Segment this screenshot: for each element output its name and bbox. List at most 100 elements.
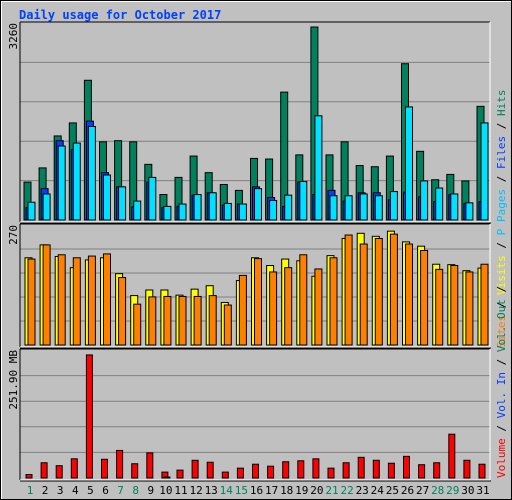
bar-pages [208, 192, 217, 221]
day-label: 13 [205, 484, 218, 497]
bar-sites [133, 303, 142, 346]
day-label: 14 [220, 484, 234, 497]
bar-sites [435, 268, 444, 346]
day-label: 2 [42, 484, 49, 497]
bar-volume [478, 463, 486, 479]
bar-sites [72, 257, 81, 346]
bar-pages [435, 187, 444, 221]
bar-volume [297, 460, 305, 479]
legend-pages-files-hits: Pages / Files / Hits [495, 90, 508, 223]
bar-sites [465, 271, 474, 346]
bar-pages [193, 194, 202, 221]
bar-vol-in [163, 476, 171, 479]
bar-sites [359, 243, 368, 346]
day-label: 12 [189, 484, 202, 497]
day-label: 3 [57, 484, 64, 497]
bar-volume [116, 449, 124, 479]
bar-sites [480, 263, 489, 346]
day-label: 23 [356, 484, 369, 497]
day-label: 15 [235, 484, 248, 497]
bar-sites [420, 249, 429, 346]
bar-pages [389, 191, 398, 221]
bar-sites [238, 274, 247, 346]
day-label: 6 [102, 484, 109, 497]
bar-sites [374, 237, 383, 346]
bar-volume [342, 462, 350, 479]
bar-pages [27, 201, 36, 221]
bar-volume [433, 462, 441, 479]
bar-volume [312, 458, 320, 479]
y-axis-max-label: 270 [7, 225, 20, 245]
day-label: 16 [250, 484, 263, 497]
bar-pages [314, 115, 323, 221]
bar-pages [344, 195, 353, 221]
bar-pages [405, 106, 413, 221]
day-label: 25 [386, 484, 399, 497]
bar-pages [163, 205, 172, 221]
day-label: 22 [340, 484, 353, 497]
bar-pages [465, 202, 474, 221]
bar-sites [178, 295, 187, 346]
bar-sites [57, 254, 66, 346]
bar-pages [480, 122, 489, 221]
bar-sites [269, 271, 278, 346]
day-label: 30 [461, 484, 474, 497]
bar-pages [299, 181, 308, 221]
bar-volume [327, 467, 335, 479]
bar-sites [163, 295, 172, 346]
bar-sites [223, 304, 232, 346]
day-label: 24 [371, 484, 385, 497]
day-label: 31 [476, 484, 489, 497]
bar-sites [254, 258, 262, 346]
bar-pages [133, 200, 142, 221]
day-label: 9 [147, 484, 154, 497]
bar-sites [314, 268, 323, 346]
day-label: 4 [72, 484, 79, 497]
bar-sites [208, 295, 217, 346]
day-label: 21 [325, 484, 338, 497]
bar-volume [267, 465, 275, 479]
bar-pages [72, 142, 81, 221]
bar-pages [254, 188, 262, 221]
legend-volume: Volume / Vol. In / Vol. Out / [495, 286, 508, 478]
bar-sites [299, 254, 308, 346]
bar-volume [191, 459, 199, 479]
day-label: 18 [280, 484, 293, 497]
day-label: 5 [87, 484, 94, 497]
day-label: 11 [174, 484, 187, 497]
bar-volume [25, 474, 33, 479]
bar-volume [448, 433, 456, 479]
bar-sites [193, 295, 202, 346]
bar-volume [70, 458, 78, 479]
bar-pages [103, 174, 111, 221]
bar-volume [387, 462, 395, 479]
bar-pages [420, 180, 429, 221]
bar-sites [344, 234, 353, 346]
bar-pages [284, 194, 293, 221]
bar-sites [405, 243, 413, 346]
usage-chart-svg: 3260270251.90 MB1 2 3 4 5 6 7 8 9 10 11 12 13 14 15 16 1… [7, 21, 508, 497]
day-label: 8 [132, 484, 139, 497]
bar-pages [148, 176, 157, 221]
bar-pages [374, 195, 383, 221]
bar-volume [131, 463, 139, 479]
bar-sites [27, 258, 36, 346]
bar-pages [57, 145, 66, 221]
day-label: 17 [265, 484, 278, 497]
bar-pages [87, 125, 96, 221]
bar-volume [101, 458, 108, 479]
bar-pages [450, 193, 459, 221]
bar-volume [206, 461, 214, 479]
bar-volume [252, 463, 259, 479]
bar-pages [178, 203, 187, 221]
y-axis-max-label: 251.90 MB [7, 350, 20, 410]
bar-volume [372, 459, 380, 479]
day-label: 26 [401, 484, 414, 497]
bar-pages [223, 202, 232, 221]
bar-volume [403, 455, 410, 479]
day-label: 19 [295, 484, 308, 497]
bar-pages [238, 203, 247, 221]
bar-volume [221, 471, 229, 479]
day-label: 27 [416, 484, 429, 497]
bar-volume [85, 354, 93, 479]
